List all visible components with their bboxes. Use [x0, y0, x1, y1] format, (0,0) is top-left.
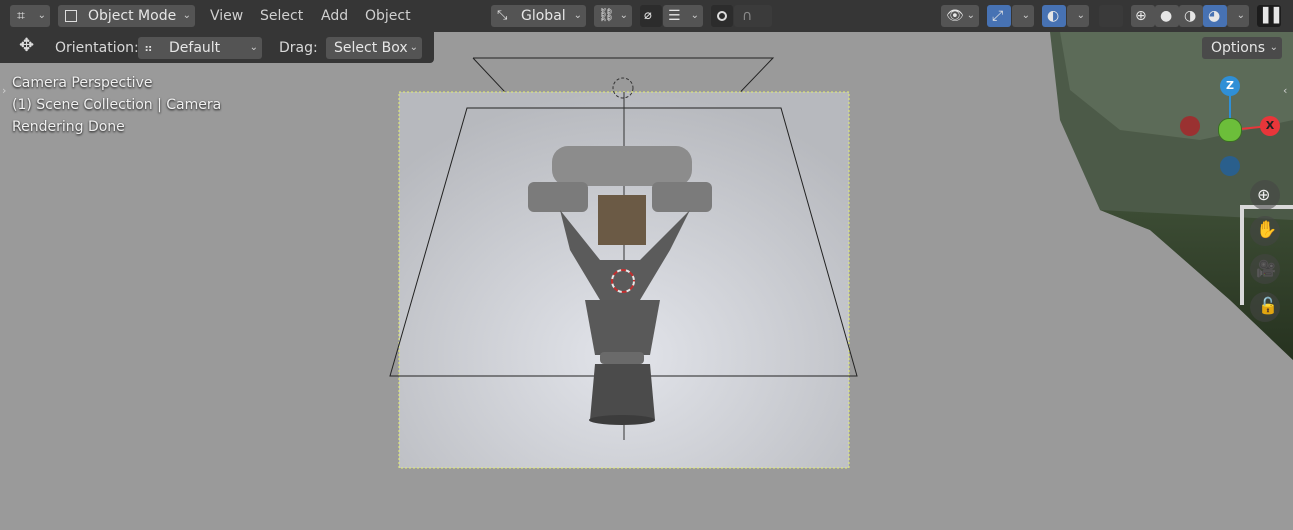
viewport-scene	[389, 32, 1293, 469]
transform-icon[interactable]: ✥	[19, 35, 34, 56]
toolbar-expand-icon[interactable]: ›	[2, 84, 6, 97]
xray-toggle[interactable]	[1099, 5, 1123, 27]
mode-dropdown[interactable]: Object Mode ⌄	[58, 5, 195, 27]
orientation-dropdown[interactable]: ⠶ Default ⌄	[138, 37, 262, 59]
mode-label: Object Mode	[88, 8, 177, 24]
axis-y-button[interactable]	[1218, 118, 1242, 142]
drag-value: Select Box	[334, 40, 408, 56]
zoom-icon: ⊕	[1257, 185, 1271, 204]
axis-neg-x-button[interactable]	[1180, 116, 1200, 136]
drag-dropdown[interactable]: Select Box ⌄	[326, 37, 422, 59]
orientation-global-label: Global	[521, 8, 566, 24]
axis-z-button[interactable]: Z	[1220, 76, 1240, 96]
camera-view-button[interactable]: 🎥	[1250, 254, 1280, 284]
goal-post	[1240, 205, 1244, 305]
shading-solid[interactable]: ●	[1155, 5, 1179, 27]
snap-icon: ⌀	[644, 8, 652, 23]
falloff-dropdown[interactable]: ∩	[734, 5, 772, 27]
editor-type-button[interactable]: ⌗ ⌄	[10, 5, 50, 27]
collection-text: (1) Scene Collection | Camera	[12, 97, 222, 113]
falloff-icon: ∩	[742, 8, 753, 24]
shading-material[interactable]: ◑	[1179, 5, 1203, 27]
editor-type-icon: ⌗	[17, 8, 25, 24]
proportional-edit-icon	[717, 11, 727, 21]
3d-viewport[interactable]: Camera Perspective (1) Scene Collection …	[0, 0, 1293, 530]
menu-select[interactable]: Select	[260, 5, 303, 27]
viewport-header: ⌗ ⌄ Object Mode ⌄ View Select Add Object…	[0, 0, 1293, 32]
solid-icon: ●	[1160, 8, 1173, 24]
object-mode-icon	[65, 10, 77, 22]
pivot-point-dropdown[interactable]: ⛓ ⌄	[594, 5, 632, 27]
visibility-icon: 👁	[946, 8, 964, 24]
overlays-dropdown[interactable]: ⌄	[1067, 5, 1089, 27]
pan-button[interactable]: ✋	[1250, 216, 1280, 246]
gizmo-icon: ⤢	[992, 8, 1004, 24]
drag-label: Drag:	[279, 40, 318, 56]
snap-target-dropdown[interactable]: ☰ ⌄	[663, 5, 703, 27]
pivot-icon: ⛓	[598, 8, 615, 23]
orientation-icon: ⤡	[497, 8, 508, 23]
orientation-label: Orientation:	[55, 40, 139, 56]
pause-icon: ▌▌	[1263, 8, 1285, 24]
tool-settings-bar: ✥ Orientation: ⠶ Default ⌄ Drag: Select …	[0, 32, 434, 63]
options-label: Options	[1211, 40, 1266, 56]
visibility-dropdown[interactable]: 👁 ⌄	[941, 5, 979, 27]
orientation-value: Default	[169, 40, 221, 56]
axis-neg-z-button[interactable]	[1220, 156, 1240, 176]
material-icon: ◑	[1184, 8, 1197, 24]
overlays-icon: ◐	[1047, 8, 1060, 24]
wireframe-icon: ⊕	[1135, 8, 1147, 24]
options-dropdown[interactable]: Options ⌄	[1202, 37, 1282, 59]
transform-orientation-dropdown[interactable]: ⤡ Global ⌄	[491, 5, 586, 27]
lock-icon: 🔓	[1258, 296, 1278, 315]
view-name-text: Camera Perspective	[12, 75, 153, 91]
zoom-button[interactable]: ⊕	[1250, 180, 1280, 210]
orientation-default-icon: ⠶	[144, 41, 153, 55]
shading-rendered[interactable]: ◕	[1203, 5, 1227, 27]
pause-render-button[interactable]: ▌▌	[1257, 5, 1285, 27]
menu-add[interactable]: Add	[321, 5, 348, 27]
render-status-text: Rendering Done	[12, 119, 125, 135]
proportional-edit-toggle[interactable]	[711, 5, 733, 27]
gizmo-dropdown[interactable]: ⌄	[1012, 5, 1034, 27]
overlays-toggle[interactable]: ◐	[1042, 5, 1066, 27]
menu-view[interactable]: View	[210, 5, 243, 27]
lock-camera-button[interactable]: 🔓	[1250, 292, 1280, 322]
shading-wireframe[interactable]: ⊕	[1131, 5, 1155, 27]
hand-icon: ✋	[1256, 220, 1278, 240]
snap-increment-icon: ☰	[668, 8, 681, 24]
menu-object[interactable]: Object	[365, 5, 411, 27]
snap-toggle[interactable]: ⌀	[640, 5, 662, 27]
camera-icon: 🎥	[1256, 259, 1276, 278]
gizmo-toggle[interactable]: ⤢	[987, 5, 1011, 27]
axis-x-button[interactable]: X	[1260, 116, 1280, 136]
shading-dropdown[interactable]: ⌄	[1227, 5, 1249, 27]
rendered-icon: ◕	[1208, 8, 1221, 24]
